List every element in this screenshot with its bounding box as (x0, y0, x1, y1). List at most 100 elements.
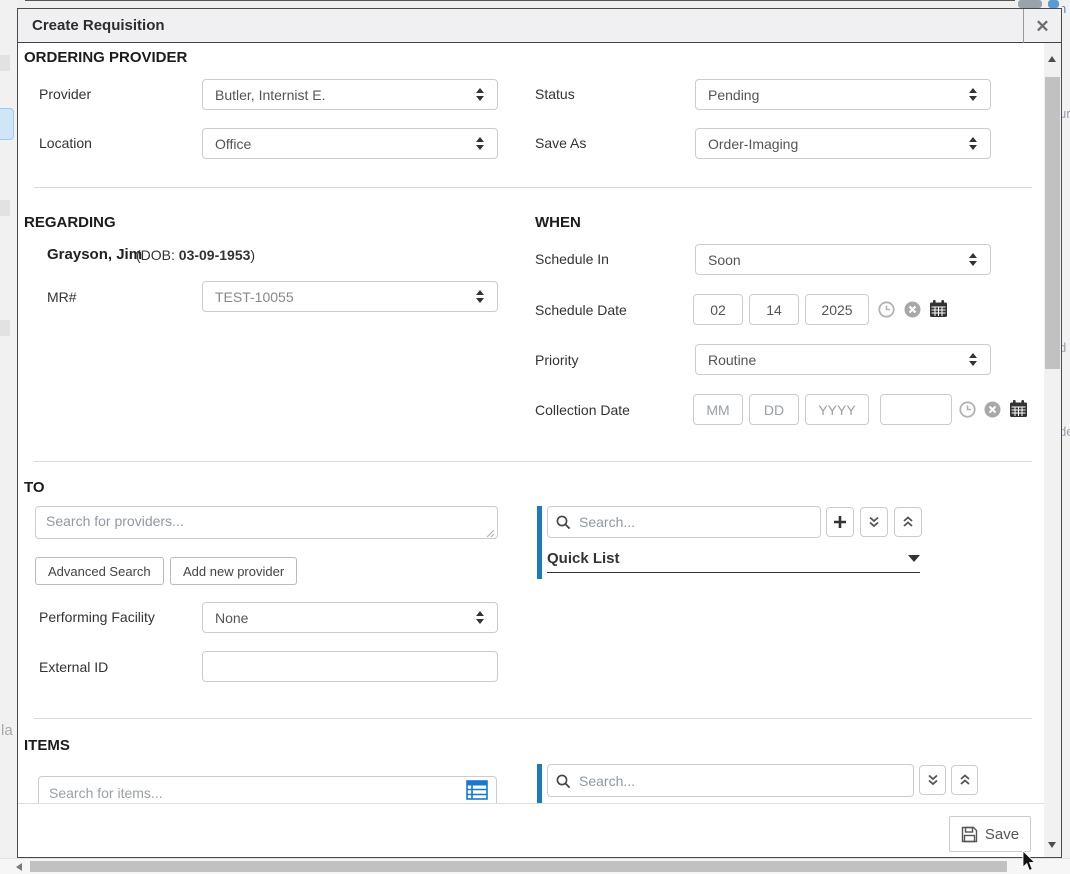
advanced-search-button[interactable]: Advanced Search (35, 557, 164, 585)
mr-label: MR# (47, 289, 77, 305)
updown-arrows-icon (475, 610, 485, 625)
background-top-line (25, 0, 1015, 1)
modal-header[interactable]: Create Requisition ✕ (18, 9, 1061, 43)
page-horizontal-scrollbar[interactable] (0, 858, 1070, 874)
scroll-down-arrow-icon[interactable] (1048, 842, 1056, 848)
patient-name: Grayson, Jim (47, 246, 142, 263)
background-fragment-box (1018, 0, 1042, 8)
priority-select[interactable]: Routine (695, 344, 991, 375)
schedule-date-clear-icon[interactable] (904, 301, 921, 318)
item-quick-search-input[interactable] (547, 764, 914, 797)
plus-icon (833, 515, 847, 529)
performing-facility-select[interactable]: None (202, 602, 498, 633)
search-icon (556, 515, 571, 530)
background-button-fragment (0, 108, 14, 140)
schedule-month-input[interactable] (693, 294, 743, 325)
schedule-in-value: Soon (708, 252, 968, 268)
quick-list-header[interactable]: Quick List (547, 544, 920, 573)
collection-date-label: Collection Date (535, 402, 630, 418)
item-quick-search (547, 764, 914, 797)
background-text-fragment: la (1, 722, 13, 739)
location-select-value: Office (215, 136, 475, 152)
schedule-in-label: Schedule In (535, 251, 609, 267)
collection-date-clear-icon[interactable] (984, 401, 1001, 418)
collection-month-input[interactable] (693, 394, 743, 425)
updown-arrows-icon (968, 252, 978, 267)
performing-facility-value: None (215, 610, 475, 626)
collection-day-input[interactable] (749, 394, 799, 425)
collection-time-clock-icon[interactable] (959, 401, 976, 418)
schedule-day-input[interactable] (749, 294, 799, 325)
save-button[interactable]: Save (949, 816, 1031, 852)
background-fragment (0, 55, 10, 71)
item-browse-table-icon[interactable] (466, 780, 488, 800)
provider-search-textarea[interactable] (35, 506, 498, 539)
close-button[interactable]: ✕ (1023, 9, 1061, 43)
schedule-year-input[interactable] (805, 294, 869, 325)
section-divider (34, 461, 1032, 462)
save-as-select-value: Order-Imaging (708, 136, 968, 152)
caret-down-icon (908, 555, 920, 562)
search-icon (556, 774, 571, 789)
schedule-date-label: Schedule Date (535, 302, 627, 318)
save-icon (961, 826, 978, 843)
section-divider (34, 718, 1032, 719)
collapse-all-button[interactable] (894, 507, 922, 537)
double-chevron-up-icon (958, 773, 972, 787)
scroll-up-arrow-icon[interactable] (1048, 56, 1056, 62)
background-top-strip (17, 0, 1062, 8)
items-collapse-all-button[interactable] (951, 765, 978, 795)
provider-quick-search-input[interactable] (547, 506, 821, 538)
scroll-left-arrow-icon[interactable] (16, 863, 22, 871)
add-provider-list-button[interactable] (826, 507, 854, 537)
background-right-strip: n ur d de (1062, 0, 1070, 858)
dob-prefix: (DOB: (136, 247, 175, 263)
provider-select-value: Butler, Internist E. (215, 87, 475, 103)
background-text-fragment: n (1062, 1, 1066, 16)
collection-year-input[interactable] (805, 394, 869, 425)
section-divider (34, 187, 1032, 188)
modal-title: Create Requisition (18, 17, 165, 34)
provider-select[interactable]: Butler, Internist E. (202, 79, 498, 110)
dob-suffix: ) (250, 247, 255, 263)
quick-list-title: Quick List (547, 550, 620, 567)
background-fragment (0, 320, 10, 336)
schedule-time-clock-icon[interactable] (878, 301, 895, 318)
section-title-when: WHEN (535, 214, 581, 231)
status-select[interactable]: Pending (695, 79, 991, 110)
section-title-regarding: REGARDING (24, 214, 116, 231)
provider-label: Provider (39, 86, 91, 102)
add-new-provider-button[interactable]: Add new provider (170, 557, 297, 585)
dob-value: 03-09-1953 (179, 247, 251, 263)
collection-time-input[interactable] (880, 394, 952, 425)
updown-arrows-icon (968, 136, 978, 151)
create-requisition-modal: Create Requisition ✕ ORDERING PROVIDER P… (17, 8, 1062, 858)
background-fragment-box-blue (1048, 0, 1059, 8)
priority-select-value: Routine (708, 352, 968, 368)
performing-facility-label: Performing Facility (39, 609, 155, 625)
location-select[interactable]: Office (202, 128, 498, 159)
mr-select[interactable]: TEST-10055 (202, 281, 498, 312)
close-icon: ✕ (1035, 18, 1049, 35)
patient-dob: (DOB: 03-09-1953) (136, 247, 255, 263)
schedule-in-select[interactable]: Soon (695, 244, 991, 275)
save-button-label: Save (985, 826, 1019, 843)
items-expand-all-button[interactable] (919, 765, 946, 795)
background-text-fragment: d (1062, 340, 1066, 355)
item-search-input[interactable] (38, 776, 497, 803)
modal-vertical-scrollbar[interactable] (1044, 43, 1061, 857)
location-label: Location (39, 135, 92, 151)
updown-arrows-icon (968, 352, 978, 367)
vertical-scrollbar-thumb[interactable] (1045, 77, 1060, 369)
background-fragment (0, 200, 10, 216)
schedule-date-calendar-icon[interactable] (929, 300, 948, 318)
collection-date-calendar-icon[interactable] (1009, 400, 1028, 418)
mr-select-value: TEST-10055 (215, 289, 475, 305)
status-label: Status (535, 86, 575, 102)
external-id-input[interactable] (202, 651, 498, 682)
background-text-fragment: ur (1062, 106, 1070, 121)
save-as-select[interactable]: Order-Imaging (695, 128, 991, 159)
modal-body: ORDERING PROVIDER Provider Butler, Inter… (18, 44, 1044, 803)
expand-all-button[interactable] (860, 507, 888, 537)
horizontal-scrollbar-thumb[interactable] (30, 861, 1007, 872)
